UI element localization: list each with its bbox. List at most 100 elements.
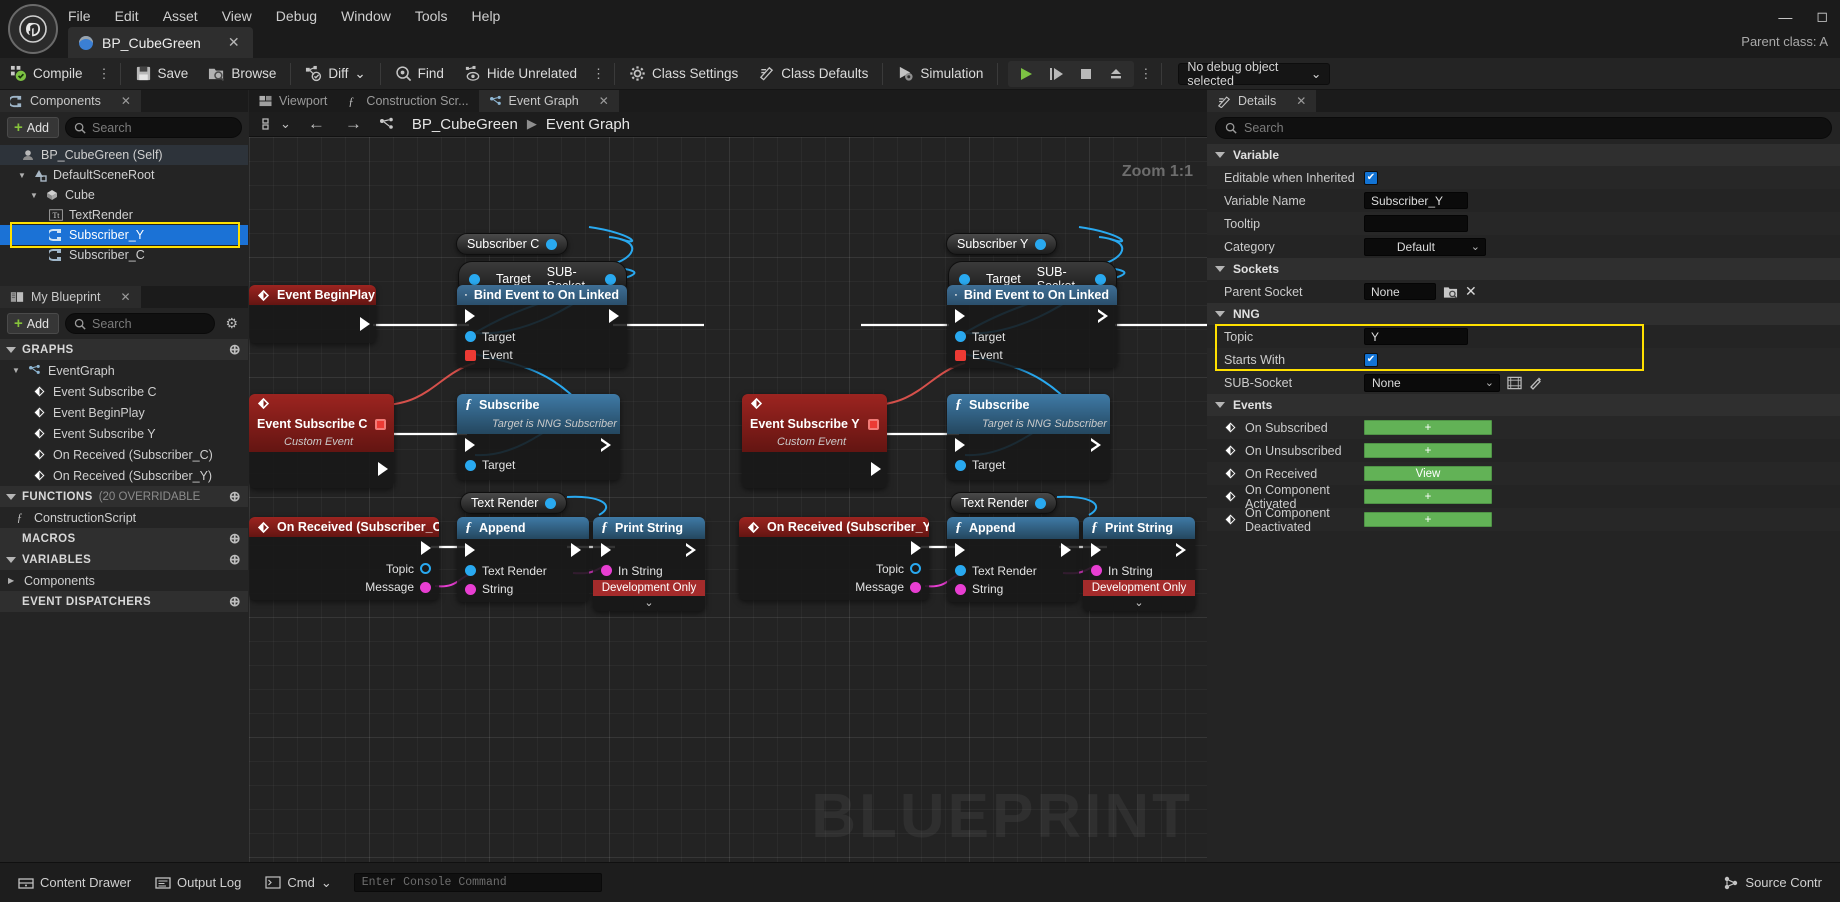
topic-input[interactable]: Y: [1364, 328, 1468, 345]
source-control-button[interactable]: Source Contr: [1715, 871, 1830, 894]
play-options-button[interactable]: ⋮: [1134, 66, 1157, 82]
chevron-down-icon[interactable]: ⌄: [1083, 596, 1195, 611]
add-event-on-subscribed-button[interactable]: +: [1364, 420, 1492, 435]
output-pin[interactable]: [910, 563, 921, 574]
output-pin[interactable]: [1035, 238, 1047, 250]
expander[interactable]: ▶: [8, 576, 17, 585]
add-dispatcher-button[interactable]: ⊕: [229, 593, 241, 610]
variable-group-components[interactable]: ▶ Components: [0, 570, 248, 591]
output-pin[interactable]: [1095, 273, 1106, 285]
graph-item-on-received-c[interactable]: On Received (Subscriber_C): [0, 444, 248, 465]
graph-canvas[interactable]: Zoom 1:1 BLUEPRINT Subscriber C Target S…: [249, 137, 1207, 862]
details-section-events[interactable]: Events: [1207, 394, 1840, 416]
output-pin[interactable]: [545, 497, 557, 509]
function-item-constructionscript[interactable]: ƒ ConstructionScript: [0, 507, 248, 528]
expander[interactable]: ▼: [18, 171, 27, 180]
output-pin[interactable]: [605, 273, 616, 285]
exec-output-pin[interactable]: [1091, 438, 1102, 452]
graph-item-event-subscribe-y[interactable]: Event Subscribe Y: [0, 423, 248, 444]
class-settings-button[interactable]: Class Settings: [619, 58, 748, 90]
exec-output-pin[interactable]: [601, 438, 612, 452]
content-drawer-button[interactable]: Content Drawer: [10, 871, 139, 894]
exec-output-pin[interactable]: [421, 541, 431, 555]
simulation-button[interactable]: Simulation: [887, 58, 993, 90]
graph-node-var-subscriber-y[interactable]: Subscriber Y: [946, 233, 1058, 255]
compile-options-button[interactable]: ⋮: [93, 66, 116, 82]
tree-item-defaultsceneroot[interactable]: ▼ DefaultSceneRoot: [0, 165, 248, 185]
graph-node-append-y[interactable]: ƒ Append Text Render String: [947, 517, 1079, 602]
menu-edit[interactable]: Edit: [103, 4, 151, 28]
close-icon[interactable]: ✕: [599, 94, 609, 108]
eject-button[interactable]: [1102, 62, 1130, 86]
output-pin[interactable]: [1035, 497, 1047, 509]
graph-node-event-subscribe-c[interactable]: Event Subscribe C Custom Event: [249, 394, 394, 488]
exec-input-pin[interactable]: [955, 543, 965, 557]
graph-node-append-c[interactable]: ƒ Append Text Render String: [457, 517, 589, 602]
editable-when-inherited-checkbox[interactable]: ✔: [1364, 170, 1378, 185]
tree-item-cube[interactable]: ▼ Cube: [0, 185, 248, 205]
menu-debug[interactable]: Debug: [264, 4, 329, 28]
graph-node-event-subscribe-y[interactable]: Event Subscribe Y Custom Event: [742, 394, 887, 488]
browse-icon[interactable]: [1443, 285, 1458, 299]
exec-input-pin[interactable]: [465, 438, 475, 452]
input-pin[interactable]: [1091, 565, 1102, 576]
tab-viewport[interactable]: Viewport: [249, 90, 337, 112]
tab-my-blueprint[interactable]: My Blueprint ✕: [0, 286, 141, 308]
components-search-input[interactable]: Search: [65, 117, 242, 138]
edit-icon[interactable]: [1529, 376, 1543, 390]
input-pin[interactable]: [959, 273, 970, 285]
graph-node-print-string-y[interactable]: ƒ Print String In String Development Onl…: [1083, 517, 1195, 611]
graph-item-eventgraph[interactable]: ▼ EventGraph: [0, 360, 248, 381]
step-button[interactable]: [1042, 62, 1070, 86]
graph-item-event-subscribe-c[interactable]: Event Subscribe C: [0, 381, 248, 402]
gear-icon[interactable]: ⚙: [221, 315, 242, 332]
event-delegate-pin[interactable]: [375, 418, 386, 430]
breadcrumb-leaf[interactable]: Event Graph: [546, 116, 630, 133]
input-pin[interactable]: [955, 331, 966, 342]
graph-item-event-beginplay[interactable]: Event BeginPlay: [0, 402, 248, 423]
diff-button[interactable]: Diff ⌄: [295, 58, 375, 90]
nav-forward-button[interactable]: →: [337, 114, 370, 134]
close-icon[interactable]: ✕: [1296, 94, 1306, 108]
details-search-input[interactable]: Search: [1215, 117, 1832, 139]
tree-item-self[interactable]: BP_CubeGreen (Self): [0, 145, 248, 165]
graph-node-subscribe-c[interactable]: ƒ Subscribe Target is NNG Subscriber Tar…: [457, 394, 620, 480]
exec-output-pin[interactable]: [609, 309, 619, 323]
output-pin[interactable]: [420, 581, 431, 593]
exec-output-pin[interactable]: [911, 541, 921, 555]
exec-output-pin[interactable]: [1061, 543, 1071, 557]
parent-socket-value[interactable]: None: [1364, 283, 1436, 300]
document-tab-bp-cubegreen[interactable]: BP_CubeGreen ✕: [68, 27, 253, 58]
graph-node-print-string-c[interactable]: ƒ Print String In String Development Onl…: [593, 517, 705, 611]
tree-item-subscriber-y[interactable]: Subscriber_Y: [0, 225, 248, 245]
input-pin[interactable]: [465, 459, 476, 471]
input-pin[interactable]: [955, 583, 966, 595]
graph-item-on-received-y[interactable]: On Received (Subscriber_Y): [0, 465, 248, 486]
cmd-select[interactable]: Cmd ⌄: [257, 871, 339, 895]
class-defaults-button[interactable]: Class Defaults: [748, 58, 878, 90]
input-pin[interactable]: [465, 331, 476, 342]
browse-button[interactable]: Browse: [198, 58, 286, 90]
console-command-input[interactable]: Enter Console Command: [353, 873, 602, 892]
chevron-down-icon[interactable]: ⌄: [593, 596, 705, 611]
section-functions[interactable]: FUNCTIONS (20 OVERRIDABLE ⊕: [0, 486, 248, 507]
exec-input-pin[interactable]: [601, 543, 611, 557]
close-icon[interactable]: ✕: [121, 94, 131, 108]
output-pin[interactable]: [420, 563, 431, 574]
zoom-to-fit-button[interactable]: [374, 115, 400, 134]
menu-tools[interactable]: Tools: [403, 4, 460, 28]
maximize-button[interactable]: ◻: [1816, 8, 1828, 25]
graph-menu-button[interactable]: ⌄: [257, 114, 296, 134]
input-pin[interactable]: [955, 349, 966, 361]
hide-unrelated-options-button[interactable]: ⋮: [587, 66, 610, 82]
exec-input-pin[interactable]: [955, 438, 965, 452]
input-pin[interactable]: [465, 583, 476, 595]
add-variable-button[interactable]: ⊕: [229, 551, 241, 568]
graph-node-textrender-c[interactable]: Text Render: [460, 492, 568, 514]
input-pin[interactable]: [955, 565, 966, 576]
components-add-button[interactable]: + Add: [7, 117, 60, 138]
add-function-button[interactable]: ⊕: [229, 488, 241, 505]
sub-socket-select[interactable]: None ⌄: [1364, 373, 1500, 392]
add-event-on-component-deactivated-button[interactable]: +: [1364, 512, 1492, 527]
minimize-button[interactable]: —: [1778, 9, 1792, 25]
